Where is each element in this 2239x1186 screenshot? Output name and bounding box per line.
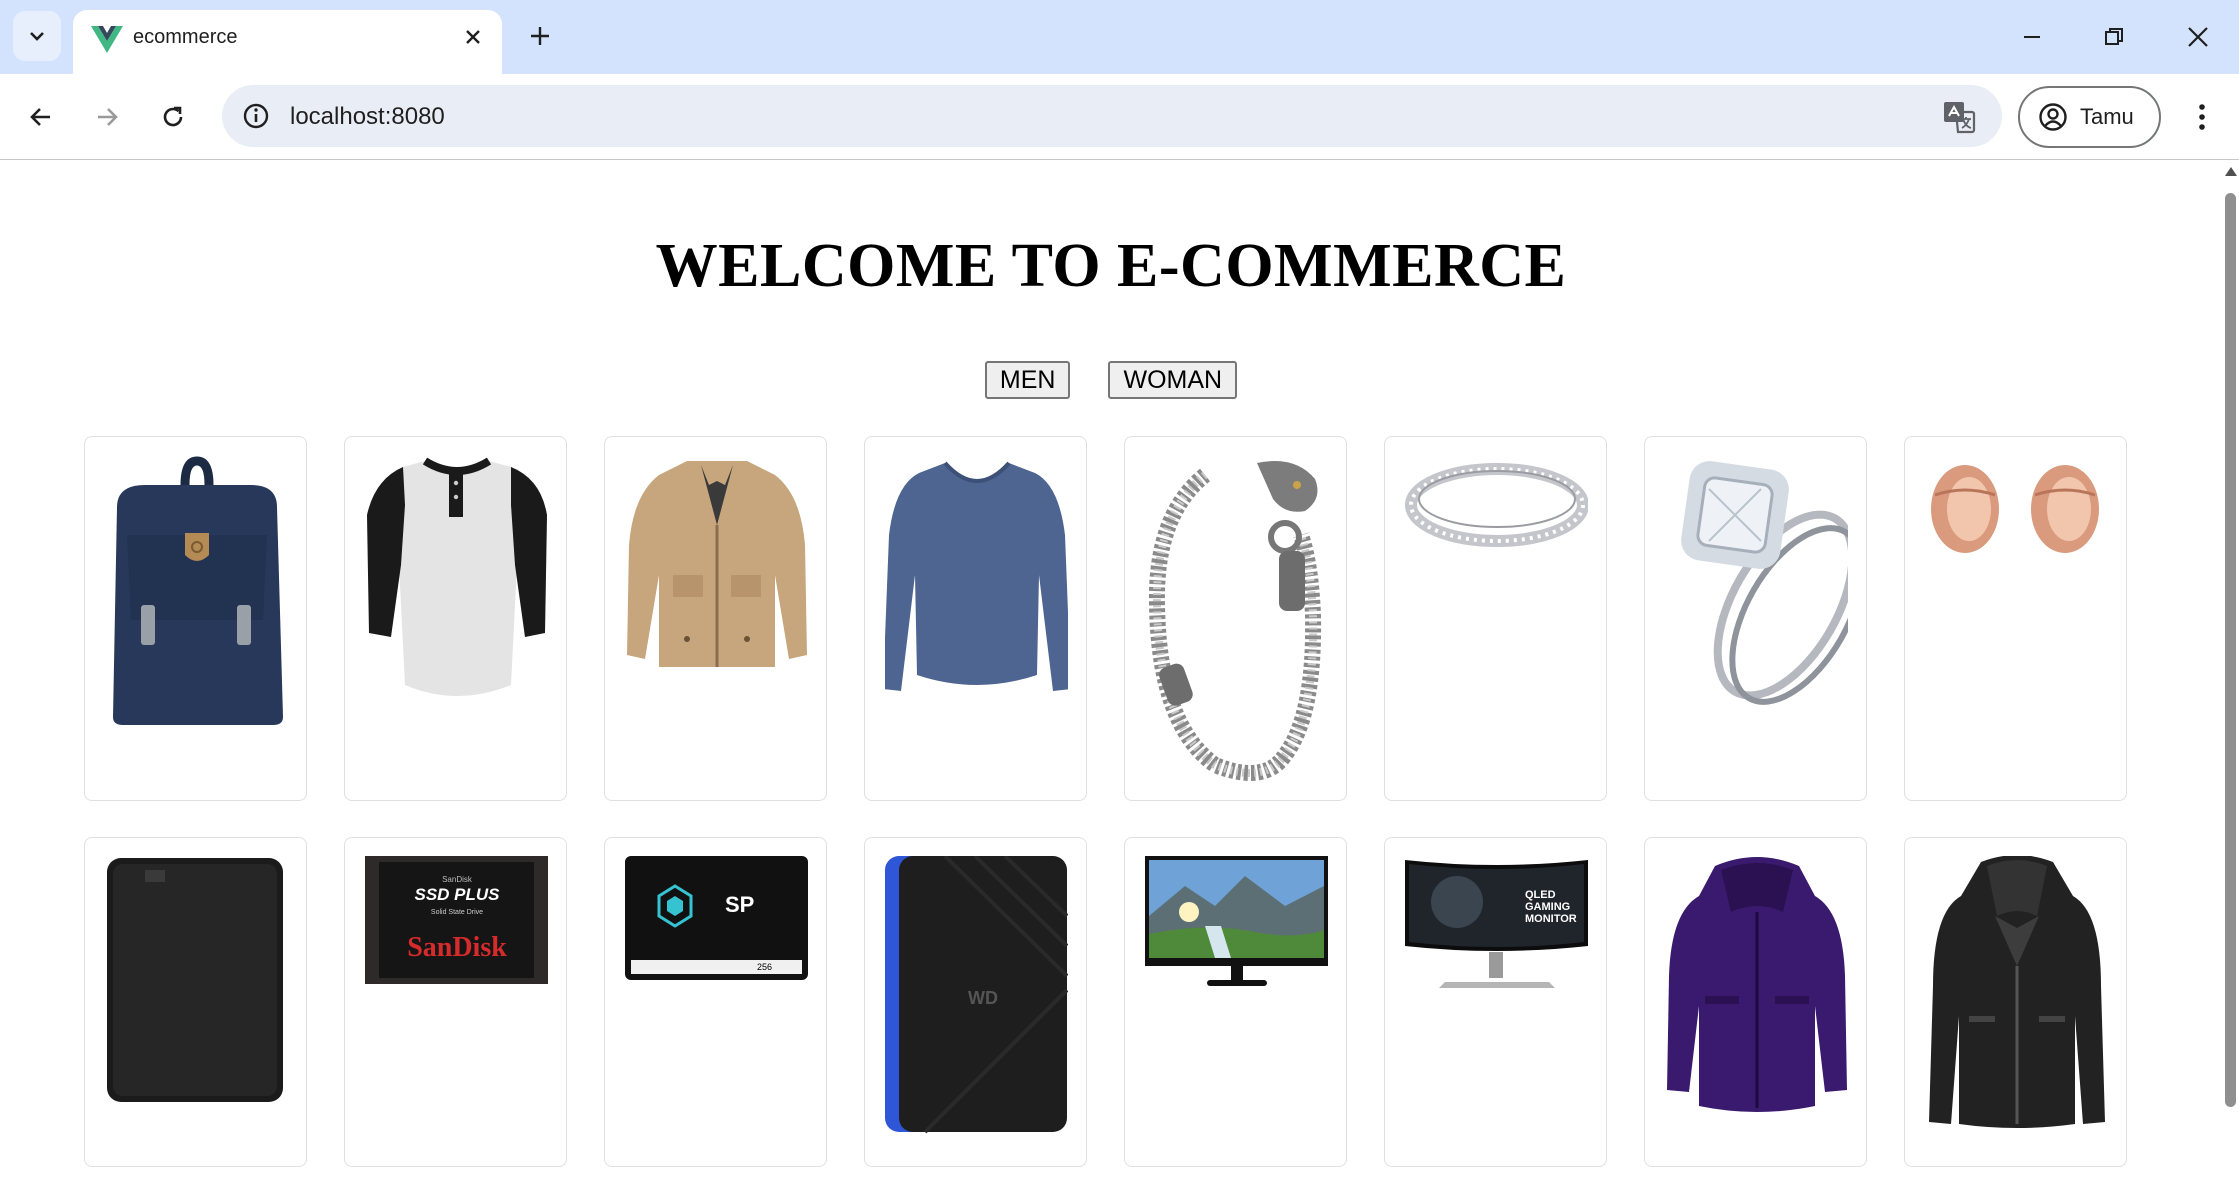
minimize-button[interactable]: [2004, 12, 2060, 62]
product-card[interactable]: SP 256: [604, 837, 827, 1167]
external-hard-drive-product-image: [107, 858, 283, 1102]
tab-title: ecommerce: [133, 26, 238, 48]
sandisk-ssd-product-image: SanDisk SSD PLUS Solid State Drive SanDi…: [365, 856, 548, 984]
minimize-icon: [2024, 36, 2040, 38]
ssd-model-label: SSD PLUS: [414, 885, 500, 904]
henley-shirt-product-image: [367, 457, 547, 696]
product-card[interactable]: [1384, 436, 1607, 801]
monitor-label-line3: MONITOR: [1525, 913, 1577, 925]
chevron-down-icon: [30, 32, 44, 41]
product-card[interactable]: [604, 436, 827, 801]
sp-capacity-text: 256: [757, 962, 772, 972]
profile-button[interactable]: Tamu: [2018, 86, 2161, 148]
translate-icon[interactable]: [1942, 99, 1978, 135]
site-info-button[interactable]: [236, 96, 276, 136]
engagement-ring-product-image: [1681, 461, 1848, 705]
ssd-type-label: Solid State Drive: [431, 909, 483, 916]
page-viewport: WELCOME TO E-COMMERCE MEN WOMAN SanDisk …: [0, 161, 2222, 1186]
restore-icon: [2105, 28, 2123, 45]
browser-menu-button[interactable]: [2180, 94, 2224, 140]
arrow-left-icon: [30, 108, 50, 126]
back-button[interactable]: [18, 94, 64, 140]
product-card[interactable]: [1644, 436, 1867, 801]
woman-filter-button[interactable]: WOMAN: [1108, 361, 1238, 399]
product-grid-row-2: SanDisk SSD PLUS Solid State Drive SanDi…: [84, 837, 2134, 1167]
close-icon: [2188, 27, 2208, 47]
product-card[interactable]: [344, 436, 567, 801]
profile-name: Tamu: [2080, 104, 2134, 129]
address-bar[interactable]: localhost:8080: [222, 85, 2002, 147]
info-icon: [243, 103, 269, 129]
restore-button[interactable]: [2086, 12, 2142, 62]
category-filter-bar: MEN WOMAN: [0, 361, 2222, 399]
sp-ssd-product-image: SP 256: [625, 856, 808, 980]
forward-button[interactable]: [84, 94, 130, 140]
black-leather-jacket-product-image: [1929, 856, 2105, 1128]
product-card[interactable]: [84, 837, 307, 1167]
jacket-product-image: [627, 461, 807, 667]
browser-toolbar: localhost:8080 Tamu: [0, 74, 2239, 160]
product-card[interactable]: [864, 436, 1087, 801]
close-window-button[interactable]: [2170, 12, 2226, 62]
account-circle-icon: [2039, 103, 2067, 131]
product-card[interactable]: [1904, 436, 2127, 801]
product-card[interactable]: [84, 436, 307, 801]
scrollbar-thumb[interactable]: [2225, 193, 2236, 1107]
sp-logo-text: SP: [725, 892, 754, 917]
sandisk-logo-text: SanDisk: [407, 932, 507, 963]
long-sleeve-shirt-product-image: [885, 461, 1068, 691]
close-icon: [466, 30, 480, 44]
monitor-landscape-product-image: [1145, 856, 1328, 986]
wd-portable-drive-product-image: WD: [885, 856, 1068, 1134]
new-tab-button[interactable]: [522, 18, 558, 54]
product-card[interactable]: [1124, 837, 1347, 1167]
product-grid: [84, 436, 2134, 801]
browser-tab-bar: ecommerce: [0, 0, 2239, 74]
silver-ring-product-image: [1405, 463, 1588, 547]
reload-icon: [163, 106, 183, 127]
scroll-up-arrow-icon[interactable]: [2225, 167, 2237, 176]
product-card[interactable]: QLED GAMING MONITOR: [1384, 837, 1607, 1167]
men-filter-button[interactable]: MEN: [984, 361, 1071, 399]
purple-womens-jacket-product-image: [1667, 857, 1847, 1112]
browser-tab[interactable]: ecommerce: [73, 10, 502, 74]
page-title: WELCOME TO E-COMMERCE: [655, 232, 1567, 300]
product-card[interactable]: [1124, 436, 1347, 801]
product-card[interactable]: [1904, 837, 2127, 1167]
backpack-product-image: [113, 456, 283, 725]
ssd-brand-small: SanDisk: [442, 875, 473, 884]
arrow-right-icon: [98, 108, 118, 126]
product-card[interactable]: WD: [864, 837, 1087, 1167]
monitor-label-line2: GAMING: [1525, 901, 1570, 913]
tab-close-button[interactable]: [458, 22, 488, 52]
tab-search-button[interactable]: [13, 11, 61, 61]
more-vertical-icon: [2199, 104, 2205, 130]
wd-logo-text: WD: [968, 988, 998, 1008]
rose-gold-plugs-product-image: [1931, 465, 2099, 553]
product-card[interactable]: SanDisk SSD PLUS Solid State Drive SanDi…: [344, 837, 567, 1167]
curved-gaming-monitor-product-image: QLED GAMING MONITOR: [1405, 860, 1588, 988]
dragon-bracelet-product-image: [1148, 461, 1322, 781]
vue-logo-icon: [91, 26, 123, 53]
product-card[interactable]: [1644, 837, 1867, 1167]
plus-icon: [531, 27, 549, 45]
monitor-label-line1: QLED: [1525, 889, 1556, 901]
url-text[interactable]: localhost:8080: [290, 103, 445, 131]
reload-button[interactable]: [150, 94, 196, 140]
page-scrollbar[interactable]: [2222, 161, 2239, 1186]
